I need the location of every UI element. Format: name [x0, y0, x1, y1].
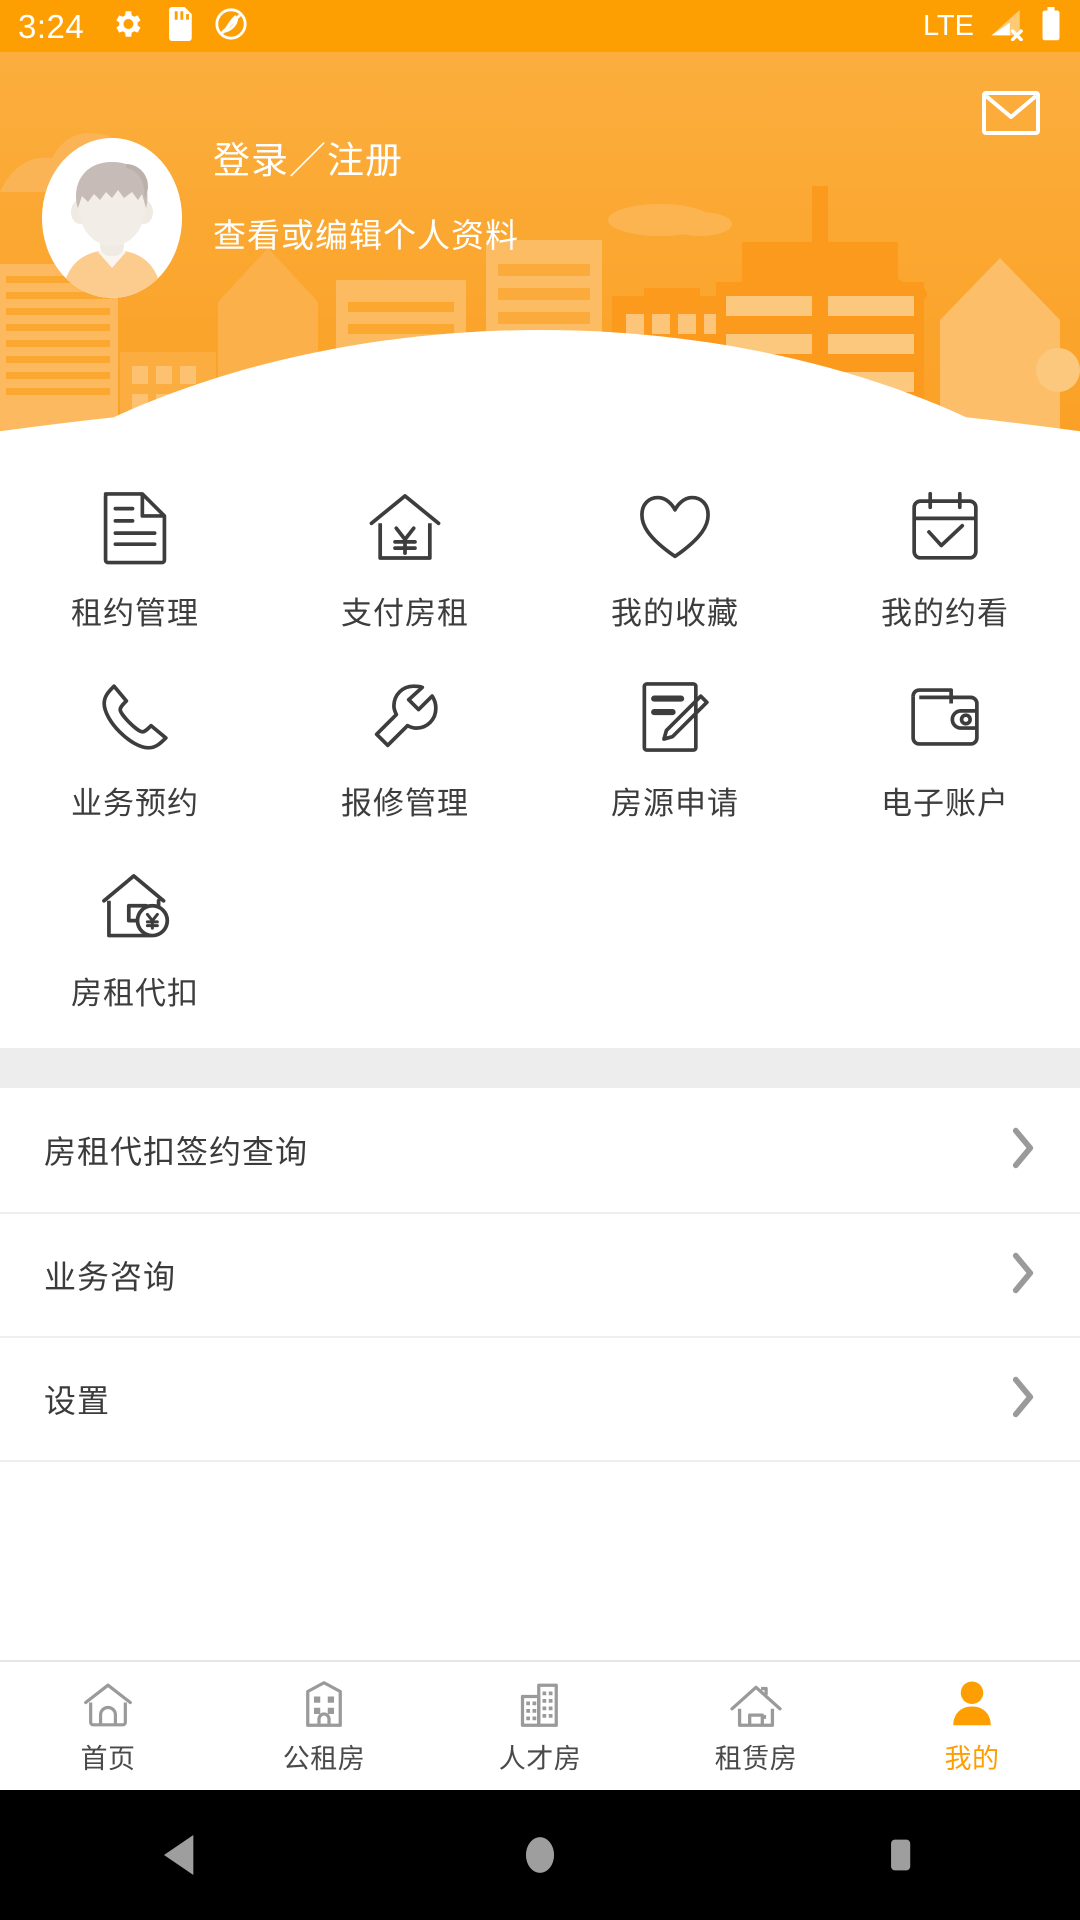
grid-item-label: 房源申请 [611, 778, 739, 823]
chevron-right-icon [1010, 1251, 1036, 1300]
heart-icon [637, 488, 713, 566]
list-item-rent-deduction-contract-query[interactable]: 房租代扣签约查询 [0, 1088, 1080, 1212]
grid-item-label: 支付房租 [341, 588, 469, 633]
list-item-settings[interactable]: 设置 [0, 1336, 1080, 1460]
grid-item-label: 电子账户 [881, 778, 1009, 823]
list-item-label: 房租代扣签约查询 [44, 1127, 308, 1173]
grid-item-lease-management[interactable]: 租约管理 [0, 464, 270, 654]
grid-item-pay-rent[interactable]: 支付房租 [270, 464, 540, 654]
back-triangle-icon[interactable] [120, 1790, 240, 1920]
list-item-label: 业务咨询 [44, 1252, 176, 1298]
default-avatar-icon [42, 138, 182, 298]
battery-full-icon [1040, 7, 1062, 46]
house-coin-icon [96, 868, 174, 946]
tab-label: 租赁房 [715, 1737, 798, 1776]
login-register-link[interactable]: 登录／注册 [213, 142, 519, 179]
bottom-tab-bar: 首页 公租房 [0, 1660, 1080, 1790]
profile-text-block[interactable]: 登录／注册 查看或编辑个人资料 [213, 142, 519, 252]
home-icon [82, 1677, 134, 1729]
document-lines-icon [100, 488, 170, 566]
grid-item-electronic-account[interactable]: 电子账户 [810, 654, 1080, 844]
status-bar-right-icons: LTE [923, 7, 1062, 46]
grid-item-label: 报修管理 [341, 778, 469, 823]
settings-list: 房租代扣签约查询 业务咨询 设置 [0, 1088, 1080, 1462]
wallet-icon [907, 678, 983, 756]
section-divider-band [0, 1048, 1080, 1088]
tab-label: 我的 [945, 1737, 1000, 1776]
sd-card-icon [166, 7, 192, 46]
apartment-icon [302, 1677, 346, 1729]
tab-public-rental-housing[interactable]: 公租房 [216, 1661, 432, 1791]
grid-item-label: 业务预约 [71, 778, 199, 823]
grid-item-label: 我的收藏 [611, 588, 739, 633]
phone-icon [98, 678, 172, 756]
android-navigation-bar [0, 1790, 1080, 1920]
message-button[interactable] [980, 88, 1042, 138]
tab-label: 首页 [81, 1737, 136, 1776]
tab-home[interactable]: 首页 [0, 1661, 216, 1791]
envelope-icon [981, 89, 1041, 137]
feature-grid: 租约管理 支付房租 我的收藏 [0, 440, 1080, 1034]
grid-item-business-appointment[interactable]: 业务预约 [0, 654, 270, 844]
grid-item-label: 租约管理 [71, 588, 199, 633]
grid-item-housing-application[interactable]: 房源申请 [540, 654, 810, 844]
house-roof-icon [728, 1677, 784, 1729]
person-icon [950, 1677, 994, 1729]
grid-item-label: 我的约看 [881, 588, 1009, 633]
office-buildings-icon [517, 1677, 563, 1729]
chevron-right-icon [1010, 1126, 1036, 1175]
network-type-label: LTE [923, 12, 974, 41]
tab-mine[interactable]: 我的 [864, 1661, 1080, 1791]
home-circle-icon[interactable] [480, 1790, 600, 1920]
recents-square-icon[interactable] [840, 1790, 960, 1920]
gear-icon [110, 7, 144, 46]
status-bar-notification-icons [110, 7, 248, 46]
grid-item-label: 房租代扣 [71, 968, 199, 1013]
tab-label: 公租房 [283, 1737, 366, 1776]
avatar[interactable] [42, 138, 182, 298]
tab-leased-housing[interactable]: 租赁房 [648, 1661, 864, 1791]
document-pencil-icon [640, 678, 710, 756]
status-bar-clock: 3:24 [18, 10, 84, 43]
calendar-check-icon [909, 488, 981, 566]
chevron-right-icon [1010, 1375, 1036, 1424]
list-item-business-consulting[interactable]: 业务咨询 [0, 1212, 1080, 1336]
app-root: 3:24 LTE [0, 0, 1080, 1920]
tab-talent-housing[interactable]: 人才房 [432, 1661, 648, 1791]
list-item-label: 设置 [44, 1376, 110, 1422]
grid-item-rent-auto-deduction[interactable]: 房租代扣 [0, 844, 270, 1034]
status-bar: 3:24 LTE [0, 0, 1080, 52]
profile-subtitle[interactable]: 查看或编辑个人资料 [213, 219, 519, 252]
wrench-icon [368, 678, 442, 756]
grid-item-repair-management[interactable]: 报修管理 [270, 654, 540, 844]
app-icon [214, 7, 248, 46]
profile-header: 登录／注册 查看或编辑个人资料 [0, 52, 1080, 440]
grid-item-my-viewings[interactable]: 我的约看 [810, 464, 1080, 654]
signal-no-service-icon [988, 7, 1026, 46]
tab-label: 人才房 [499, 1737, 582, 1776]
house-yen-icon [366, 488, 444, 566]
grid-item-my-favorites[interactable]: 我的收藏 [540, 464, 810, 654]
